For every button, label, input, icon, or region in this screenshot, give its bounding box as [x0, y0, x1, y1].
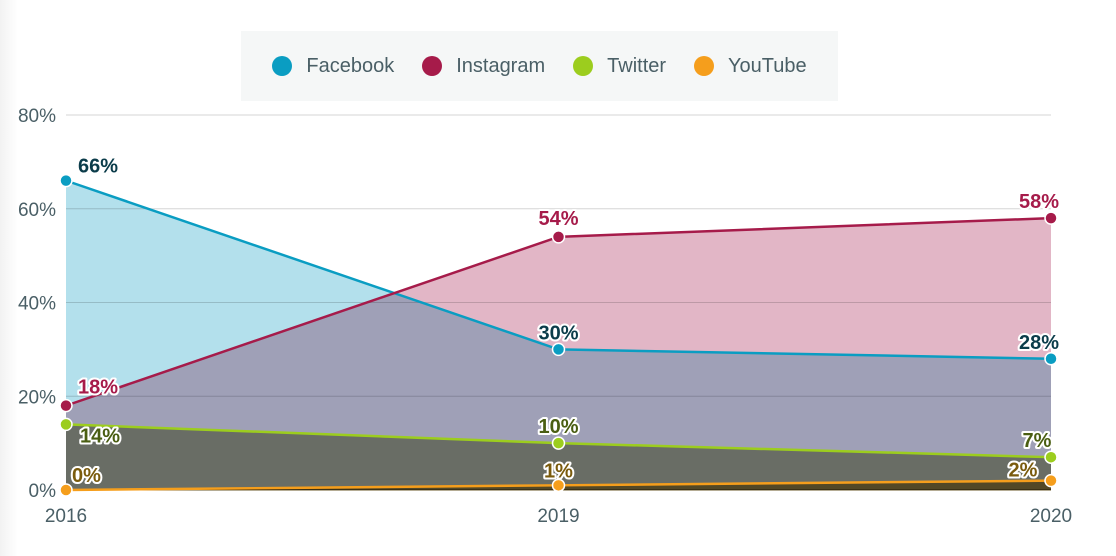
y-tick-label: 60% [18, 200, 56, 221]
data-label-instagram: 54% [538, 208, 578, 230]
point-twitter [59, 417, 73, 432]
data-label-facebook: 30% [538, 322, 578, 344]
point-twitter [1044, 450, 1058, 464]
data-label-instagram: 18% [78, 377, 118, 399]
y-axis-ticks: 0% 20% 40% 60% 80% [18, 106, 56, 502]
data-label-instagram: 58% [1019, 191, 1059, 213]
point-twitter [551, 436, 566, 450]
point-facebook [1044, 352, 1058, 366]
point-youtube [1044, 473, 1058, 488]
y-tick-label: 40% [18, 294, 56, 315]
point-instagram [59, 398, 73, 413]
data-label-twitter: 14% [80, 425, 120, 447]
y-tick-label: 20% [18, 387, 56, 408]
data-label-facebook: 28% [1019, 332, 1059, 354]
data-label-youtube: 1% [544, 460, 573, 482]
point-facebook [59, 173, 73, 188]
y-tick-label: 80% [18, 106, 56, 127]
x-tick-label: 2020 [1030, 506, 1072, 527]
point-instagram [1044, 211, 1058, 225]
x-tick-label: 2016 [45, 506, 87, 527]
data-label-twitter: 10% [538, 416, 578, 438]
x-tick-label: 2019 [537, 506, 579, 527]
point-facebook [551, 342, 566, 357]
y-tick-label: 0% [29, 481, 57, 502]
data-label-youtube: 2% [1009, 460, 1038, 482]
data-label-twitter: 7% [1023, 430, 1052, 452]
point-instagram [551, 230, 566, 244]
data-label-facebook: 66% [78, 156, 118, 178]
x-axis-ticks: 2016 2019 2020 [45, 506, 1072, 527]
area-chart: 0% 20% 40% 60% 80% 66% 30% 28% 18% 54% 58% 14% 10% 7… [18, 106, 1072, 527]
point-youtube [59, 483, 73, 497]
data-label-youtube: 0% [72, 465, 101, 487]
